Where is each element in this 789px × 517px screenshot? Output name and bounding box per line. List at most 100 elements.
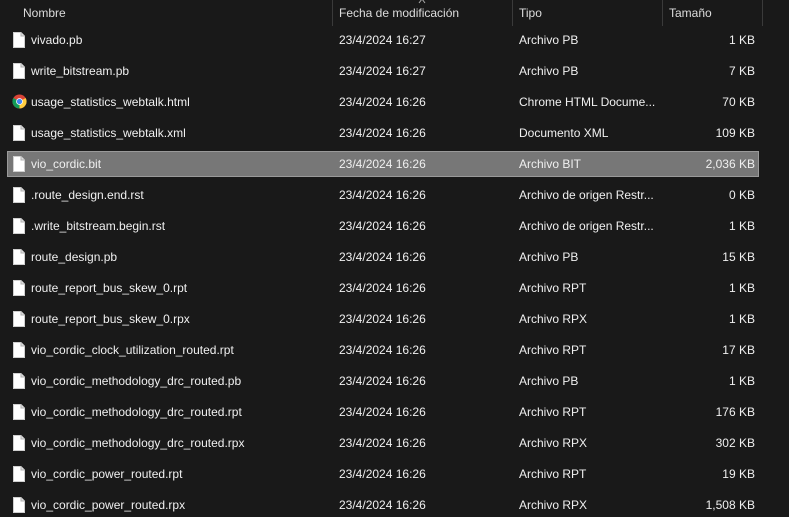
column-header-date-label: Fecha de modificación bbox=[339, 6, 460, 20]
file-date: 23/4/2024 16:26 bbox=[339, 188, 426, 202]
file-date: 23/4/2024 16:26 bbox=[339, 250, 426, 264]
file-row[interactable]: .route_design.end.rst 23/4/2024 16:26 Arch… bbox=[8, 183, 758, 207]
file-date: 23/4/2024 16:26 bbox=[339, 436, 426, 450]
file-row[interactable]: vio_cordic_power_routed.rpt 23/4/2024 16:… bbox=[8, 462, 758, 486]
vertical-scrollbar[interactable] bbox=[763, 0, 789, 515]
file-type: Archivo RPT bbox=[519, 467, 587, 481]
file-date: 23/4/2024 16:26 bbox=[339, 157, 426, 171]
file-icon bbox=[12, 249, 26, 265]
file-icon bbox=[12, 311, 26, 327]
file-size: 19 KB bbox=[722, 467, 755, 481]
file-row[interactable]: vio_cordic_methodology_drc_routed.pb 23/4… bbox=[8, 369, 758, 393]
file-row[interactable]: usage_statistics_webtalk.html 23/4/2024 1… bbox=[8, 90, 758, 114]
file-row-selected[interactable]: vio_cordic.bit 23/4/2024 16:26 Archivo BIT… bbox=[7, 151, 759, 177]
file-row[interactable]: vio_cordic_methodology_drc_routed.rpx 23/… bbox=[8, 431, 758, 455]
file-type: Archivo RPX bbox=[519, 498, 588, 512]
file-icon bbox=[12, 125, 26, 141]
file-icon bbox=[12, 156, 26, 172]
column-header-name[interactable]: Nombre bbox=[0, 0, 333, 26]
file-type: Archivo PB bbox=[519, 250, 579, 264]
file-row[interactable]: vivado.pb 23/4/2024 16:27 Archivo PB 1 KB bbox=[8, 28, 758, 52]
file-name: vio_cordic_methodology_drc_routed.rpx bbox=[31, 436, 245, 450]
file-type: Archivo RPX bbox=[519, 312, 588, 326]
file-icon bbox=[12, 218, 26, 234]
file-size: 109 KB bbox=[715, 126, 755, 140]
file-type: Archivo RPT bbox=[519, 405, 587, 419]
file-size: 1 KB bbox=[728, 374, 755, 388]
file-name: vio_cordic_power_routed.rpx bbox=[31, 498, 186, 512]
file-date: 23/4/2024 16:26 bbox=[339, 281, 426, 295]
file-name: .write_bitstream.begin.rst bbox=[31, 219, 166, 233]
file-size: 1 KB bbox=[728, 281, 755, 295]
sort-caret-icon bbox=[418, 0, 426, 4]
file-name: vio_cordic_methodology_drc_routed.rpt bbox=[31, 405, 242, 419]
file-name: usage_statistics_webtalk.html bbox=[31, 95, 190, 109]
file-row[interactable]: vio_cordic_methodology_drc_routed.rpt 23/… bbox=[8, 400, 758, 424]
file-size: 1 KB bbox=[728, 33, 755, 47]
file-type: Archivo de origen Restr... bbox=[519, 219, 654, 233]
file-size: 7 KB bbox=[728, 64, 755, 78]
column-header-type-label: Tipo bbox=[519, 6, 542, 20]
file-size: 2,036 KB bbox=[705, 157, 755, 171]
file-icon bbox=[12, 342, 26, 358]
file-icon bbox=[12, 497, 26, 513]
file-type: Archivo PB bbox=[519, 374, 579, 388]
file-size: 70 KB bbox=[722, 95, 755, 109]
file-icon bbox=[12, 466, 26, 482]
file-type: Documento XML bbox=[519, 126, 609, 140]
file-row[interactable]: route_report_bus_skew_0.rpt 23/4/2024 16:… bbox=[8, 276, 758, 300]
file-name: vio_cordic_clock_utilization_routed.rpt bbox=[31, 343, 234, 357]
file-icon bbox=[12, 187, 26, 203]
file-type: Chrome HTML Docume... bbox=[519, 95, 656, 109]
column-header-name-label: Nombre bbox=[23, 6, 66, 20]
file-date: 23/4/2024 16:26 bbox=[339, 312, 426, 326]
file-icon bbox=[12, 63, 26, 79]
file-row[interactable]: vio_cordic_clock_utilization_routed.rpt 2… bbox=[8, 338, 758, 362]
file-icon bbox=[12, 404, 26, 420]
column-header-size[interactable]: Tamaño bbox=[663, 0, 763, 26]
file-name: vio_cordic_power_routed.rpt bbox=[31, 467, 183, 481]
file-row[interactable]: write_bitstream.pb 23/4/2024 16:27 Archivo… bbox=[8, 59, 758, 83]
file-name: vivado.pb bbox=[31, 33, 83, 47]
file-row[interactable]: route_report_bus_skew_0.rpx 23/4/2024 16:… bbox=[8, 307, 758, 331]
file-type: Archivo RPT bbox=[519, 281, 587, 295]
column-header-bar: Nombre Fecha de modificación Tipo Tamaño bbox=[0, 0, 789, 26]
file-type: Archivo BIT bbox=[519, 157, 582, 171]
file-row[interactable]: route_design.pb 23/4/2024 16:26 Archivo PB… bbox=[8, 245, 758, 269]
file-type: Archivo PB bbox=[519, 64, 579, 78]
file-name: route_design.pb bbox=[31, 250, 118, 264]
file-type: Archivo PB bbox=[519, 33, 579, 47]
file-icon bbox=[12, 280, 26, 296]
file-row[interactable]: vio_cordic_power_routed.rpx 23/4/2024 16:… bbox=[8, 493, 758, 517]
file-size: 15 KB bbox=[722, 250, 755, 264]
column-header-type[interactable]: Tipo bbox=[513, 0, 663, 26]
file-name: route_report_bus_skew_0.rpx bbox=[31, 312, 190, 326]
file-size: 1 KB bbox=[728, 219, 755, 233]
file-date: 23/4/2024 16:27 bbox=[339, 64, 426, 78]
file-size: 17 KB bbox=[722, 343, 755, 357]
file-name: write_bitstream.pb bbox=[31, 64, 130, 78]
file-name: .route_design.end.rst bbox=[31, 188, 144, 202]
file-date: 23/4/2024 16:26 bbox=[339, 498, 426, 512]
file-date: 23/4/2024 16:26 bbox=[339, 343, 426, 357]
file-name: vio_cordic_methodology_drc_routed.pb bbox=[31, 374, 242, 388]
file-size: 1 KB bbox=[728, 312, 755, 326]
file-icon bbox=[12, 32, 26, 48]
file-row[interactable]: .write_bitstream.begin.rst 23/4/2024 16:2… bbox=[8, 214, 758, 238]
file-icon bbox=[12, 373, 26, 389]
chrome-icon bbox=[12, 94, 27, 110]
file-name: route_report_bus_skew_0.rpt bbox=[31, 281, 188, 295]
file-name: usage_statistics_webtalk.xml bbox=[31, 126, 186, 140]
file-date: 23/4/2024 16:26 bbox=[339, 374, 426, 388]
file-type: Archivo RPT bbox=[519, 343, 587, 357]
file-size: 302 KB bbox=[715, 436, 755, 450]
file-date: 23/4/2024 16:26 bbox=[339, 95, 426, 109]
file-type: Archivo de origen Restr... bbox=[519, 188, 654, 202]
file-size: 0 KB bbox=[728, 188, 755, 202]
file-date: 23/4/2024 16:26 bbox=[339, 126, 426, 140]
file-date: 23/4/2024 16:26 bbox=[339, 467, 426, 481]
file-date: 23/4/2024 16:26 bbox=[339, 405, 426, 419]
file-row[interactable]: usage_statistics_webtalk.xml 23/4/2024 16… bbox=[8, 121, 758, 145]
file-name: vio_cordic.bit bbox=[31, 157, 102, 171]
file-date: 23/4/2024 16:26 bbox=[339, 219, 426, 233]
